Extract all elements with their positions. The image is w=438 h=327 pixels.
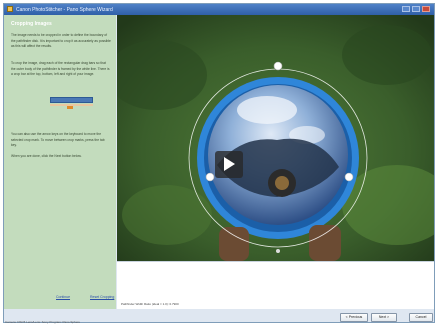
- app-icon: [7, 6, 13, 12]
- instructions-paragraph-3: You can also use the arrow keys on the k…: [11, 132, 105, 148]
- crop-handle-left[interactable]: [205, 172, 215, 182]
- cancel-button[interactable]: Cancel: [409, 313, 433, 322]
- video-frame: [117, 15, 434, 261]
- crop-handle-top[interactable]: [273, 61, 283, 71]
- camera-mount-center: [275, 176, 289, 190]
- instructions-sidebar: Cropping Images The image needs to be cr…: [4, 15, 116, 309]
- crop-handle-bottom[interactable]: [276, 249, 280, 253]
- grass-patch: [342, 25, 432, 85]
- cloud-reflection: [237, 96, 297, 124]
- grass-patch: [122, 185, 212, 245]
- sidebar-heading: Cropping Images: [11, 21, 52, 27]
- continue-link[interactable]: Continue: [56, 295, 70, 299]
- instructions-paragraph-1: The image needs to be cropped in order t…: [11, 33, 111, 49]
- shoe-left: [219, 227, 249, 261]
- crop-bar-illustration: [50, 97, 93, 103]
- play-button[interactable]: [215, 151, 243, 178]
- next-button[interactable]: Next >: [371, 313, 397, 322]
- title-bar[interactable]: Canon PhotoStitcher - Pano Sphere Wizard: [4, 4, 434, 15]
- status-bar: Camera: DSC5 Lens/Lens: Sony Program: Pa…: [5, 320, 81, 324]
- minimize-icon[interactable]: [402, 6, 410, 12]
- crop-handle-right[interactable]: [344, 172, 354, 182]
- previous-button[interactable]: < Previous: [340, 313, 368, 322]
- application-window: Canon PhotoStitcher - Pano Sphere Wizard…: [3, 3, 435, 323]
- width-ratio-caption: Pathfinder Width Ratio (ideal = 1.0): 0.…: [121, 302, 179, 306]
- play-icon: [224, 157, 235, 171]
- maximize-icon[interactable]: [412, 6, 420, 12]
- crop-bar-illustration-handle: [67, 106, 73, 109]
- reset-cropping-link[interactable]: Reset Cropping: [90, 295, 114, 299]
- video-viewer[interactable]: [117, 15, 434, 261]
- instructions-paragraph-4: When you are done, click the Next button…: [11, 154, 82, 158]
- close-icon[interactable]: [422, 6, 430, 12]
- instructions-paragraph-2: To crop the image, drag each of the rect…: [11, 61, 110, 77]
- shoe-right: [309, 225, 341, 261]
- window-title: Canon PhotoStitcher - Pano Sphere Wizard: [16, 7, 113, 13]
